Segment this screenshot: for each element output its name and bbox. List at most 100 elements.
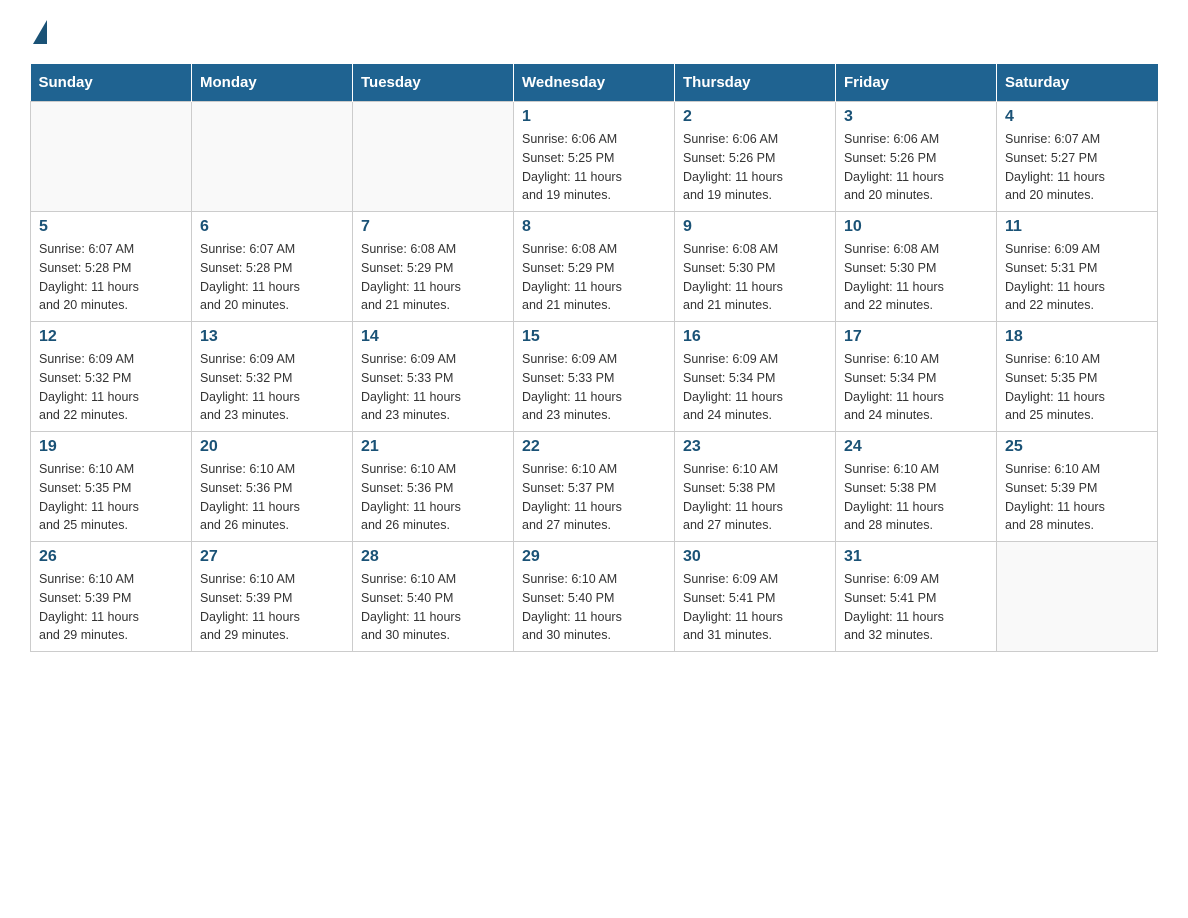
calendar-week-1: 1Sunrise: 6:06 AMSunset: 5:25 PMDaylight…	[31, 102, 1158, 212]
day-info: Sunrise: 6:09 AMSunset: 5:33 PMDaylight:…	[522, 350, 666, 425]
day-number: 4	[1005, 108, 1149, 126]
day-info: Sunrise: 6:10 AMSunset: 5:40 PMDaylight:…	[361, 570, 505, 645]
calendar-cell	[192, 102, 353, 212]
day-info: Sunrise: 6:09 AMSunset: 5:33 PMDaylight:…	[361, 350, 505, 425]
calendar-cell: 25Sunrise: 6:10 AMSunset: 5:39 PMDayligh…	[997, 432, 1158, 542]
calendar-cell: 13 Sunrise: 6:09 AMSunset: 5:32 PMDayligh…	[192, 322, 353, 432]
day-number: 20	[200, 438, 344, 456]
day-info: Sunrise: 6:09 AMSunset: 5:32 PMDaylight:…	[39, 350, 183, 425]
day-info: Sunrise: 6:08 AMSunset: 5:30 PMDaylight:…	[844, 240, 988, 315]
calendar-cell: 15 Sunrise: 6:09 AMSunset: 5:33 PMDayligh…	[514, 322, 675, 432]
day-number: 30	[683, 548, 827, 566]
calendar-cell: 3Sunrise: 6:06 AMSunset: 5:26 PMDaylight…	[836, 102, 997, 212]
day-header-thursday: Thursday	[675, 64, 836, 102]
day-number: 21	[361, 438, 505, 456]
day-number: 18	[1005, 328, 1149, 346]
day-info: Sunrise: 6:06 AMSunset: 5:26 PMDaylight:…	[683, 130, 827, 205]
day-info: Sunrise: 6:07 AMSunset: 5:27 PMDaylight:…	[1005, 130, 1149, 205]
day-number: 15	[522, 328, 666, 346]
calendar-cell: 23 Sunrise: 6:10 AMSunset: 5:38 PMDayligh…	[675, 432, 836, 542]
calendar-cell: 20 Sunrise: 6:10 AMSunset: 5:36 PMDayligh…	[192, 432, 353, 542]
day-header-monday: Monday	[192, 64, 353, 102]
day-info: Sunrise: 6:06 AMSunset: 5:25 PMDaylight:…	[522, 130, 666, 205]
day-number: 2	[683, 108, 827, 126]
day-header-wednesday: Wednesday	[514, 64, 675, 102]
calendar-cell: 17Sunrise: 6:10 AMSunset: 5:34 PMDayligh…	[836, 322, 997, 432]
day-info: Sunrise: 6:10 AMSunset: 5:35 PMDaylight:…	[1005, 350, 1149, 425]
day-info: Sunrise: 6:09 AMSunset: 5:34 PMDaylight:…	[683, 350, 827, 425]
day-info: Sunrise: 6:08 AMSunset: 5:29 PMDaylight:…	[361, 240, 505, 315]
day-info: Sunrise: 6:07 AMSunset: 5:28 PMDaylight:…	[39, 240, 183, 315]
day-info: Sunrise: 6:10 AMSunset: 5:36 PMDaylight:…	[200, 460, 344, 535]
calendar-week-4: 19 Sunrise: 6:10 AMSunset: 5:35 PMDayligh…	[31, 432, 1158, 542]
calendar-cell: 7 Sunrise: 6:08 AMSunset: 5:29 PMDaylight…	[353, 212, 514, 322]
day-info: Sunrise: 6:09 AMSunset: 5:32 PMDaylight:…	[200, 350, 344, 425]
day-number: 29	[522, 548, 666, 566]
day-number: 9	[683, 218, 827, 236]
day-info: Sunrise: 6:08 AMSunset: 5:30 PMDaylight:…	[683, 240, 827, 315]
day-number: 11	[1005, 218, 1149, 236]
day-info: Sunrise: 6:10 AMSunset: 5:39 PMDaylight:…	[200, 570, 344, 645]
calendar-cell: 28 Sunrise: 6:10 AMSunset: 5:40 PMDayligh…	[353, 542, 514, 652]
day-info: Sunrise: 6:07 AMSunset: 5:28 PMDaylight:…	[200, 240, 344, 315]
day-number: 10	[844, 218, 988, 236]
calendar-cell	[353, 102, 514, 212]
calendar-cell: 19 Sunrise: 6:10 AMSunset: 5:35 PMDayligh…	[31, 432, 192, 542]
calendar-cell: 27 Sunrise: 6:10 AMSunset: 5:39 PMDayligh…	[192, 542, 353, 652]
calendar-cell: 16Sunrise: 6:09 AMSunset: 5:34 PMDayligh…	[675, 322, 836, 432]
calendar-table: SundayMondayTuesdayWednesdayThursdayFrid…	[30, 64, 1158, 652]
calendar-cell: 21 Sunrise: 6:10 AMSunset: 5:36 PMDayligh…	[353, 432, 514, 542]
calendar-cell: 6 Sunrise: 6:07 AMSunset: 5:28 PMDaylight…	[192, 212, 353, 322]
calendar-cell: 4 Sunrise: 6:07 AMSunset: 5:27 PMDaylight…	[997, 102, 1158, 212]
day-number: 17	[844, 328, 988, 346]
calendar-cell: 24Sunrise: 6:10 AMSunset: 5:38 PMDayligh…	[836, 432, 997, 542]
calendar-cell: 14 Sunrise: 6:09 AMSunset: 5:33 PMDayligh…	[353, 322, 514, 432]
calendar-cell: 30 Sunrise: 6:09 AMSunset: 5:41 PMDayligh…	[675, 542, 836, 652]
day-info: Sunrise: 6:06 AMSunset: 5:26 PMDaylight:…	[844, 130, 988, 205]
calendar-cell: 1Sunrise: 6:06 AMSunset: 5:25 PMDaylight…	[514, 102, 675, 212]
day-number: 5	[39, 218, 183, 236]
calendar-cell: 5 Sunrise: 6:07 AMSunset: 5:28 PMDaylight…	[31, 212, 192, 322]
calendar-cell: 9 Sunrise: 6:08 AMSunset: 5:30 PMDaylight…	[675, 212, 836, 322]
day-info: Sunrise: 6:10 AMSunset: 5:40 PMDaylight:…	[522, 570, 666, 645]
day-number: 19	[39, 438, 183, 456]
day-info: Sunrise: 6:09 AMSunset: 5:41 PMDaylight:…	[844, 570, 988, 645]
day-number: 26	[39, 548, 183, 566]
calendar-header-row: SundayMondayTuesdayWednesdayThursdayFrid…	[31, 64, 1158, 102]
calendar-cell: 10 Sunrise: 6:08 AMSunset: 5:30 PMDayligh…	[836, 212, 997, 322]
day-info: Sunrise: 6:10 AMSunset: 5:39 PMDaylight:…	[39, 570, 183, 645]
day-number: 6	[200, 218, 344, 236]
day-number: 31	[844, 548, 988, 566]
day-number: 25	[1005, 438, 1149, 456]
logo-general-text	[30, 20, 47, 44]
day-info: Sunrise: 6:10 AMSunset: 5:38 PMDaylight:…	[844, 460, 988, 535]
calendar-cell: 26 Sunrise: 6:10 AMSunset: 5:39 PMDayligh…	[31, 542, 192, 652]
calendar-week-3: 12Sunrise: 6:09 AMSunset: 5:32 PMDayligh…	[31, 322, 1158, 432]
day-number: 14	[361, 328, 505, 346]
day-info: Sunrise: 6:10 AMSunset: 5:36 PMDaylight:…	[361, 460, 505, 535]
page-header	[30, 20, 1158, 44]
calendar-cell: 8 Sunrise: 6:08 AMSunset: 5:29 PMDaylight…	[514, 212, 675, 322]
day-header-friday: Friday	[836, 64, 997, 102]
day-number: 13	[200, 328, 344, 346]
day-header-saturday: Saturday	[997, 64, 1158, 102]
day-number: 23	[683, 438, 827, 456]
day-info: Sunrise: 6:10 AMSunset: 5:38 PMDaylight:…	[683, 460, 827, 535]
day-number: 8	[522, 218, 666, 236]
day-info: Sunrise: 6:09 AMSunset: 5:31 PMDaylight:…	[1005, 240, 1149, 315]
day-number: 28	[361, 548, 505, 566]
day-number: 27	[200, 548, 344, 566]
logo	[30, 20, 47, 44]
calendar-cell	[31, 102, 192, 212]
day-info: Sunrise: 6:08 AMSunset: 5:29 PMDaylight:…	[522, 240, 666, 315]
day-info: Sunrise: 6:10 AMSunset: 5:37 PMDaylight:…	[522, 460, 666, 535]
calendar-cell	[997, 542, 1158, 652]
day-info: Sunrise: 6:10 AMSunset: 5:35 PMDaylight:…	[39, 460, 183, 535]
calendar-cell: 18 Sunrise: 6:10 AMSunset: 5:35 PMDayligh…	[997, 322, 1158, 432]
calendar-cell: 31 Sunrise: 6:09 AMSunset: 5:41 PMDayligh…	[836, 542, 997, 652]
day-number: 7	[361, 218, 505, 236]
day-header-sunday: Sunday	[31, 64, 192, 102]
day-info: Sunrise: 6:09 AMSunset: 5:41 PMDaylight:…	[683, 570, 827, 645]
calendar-cell: 12Sunrise: 6:09 AMSunset: 5:32 PMDayligh…	[31, 322, 192, 432]
calendar-week-2: 5 Sunrise: 6:07 AMSunset: 5:28 PMDaylight…	[31, 212, 1158, 322]
